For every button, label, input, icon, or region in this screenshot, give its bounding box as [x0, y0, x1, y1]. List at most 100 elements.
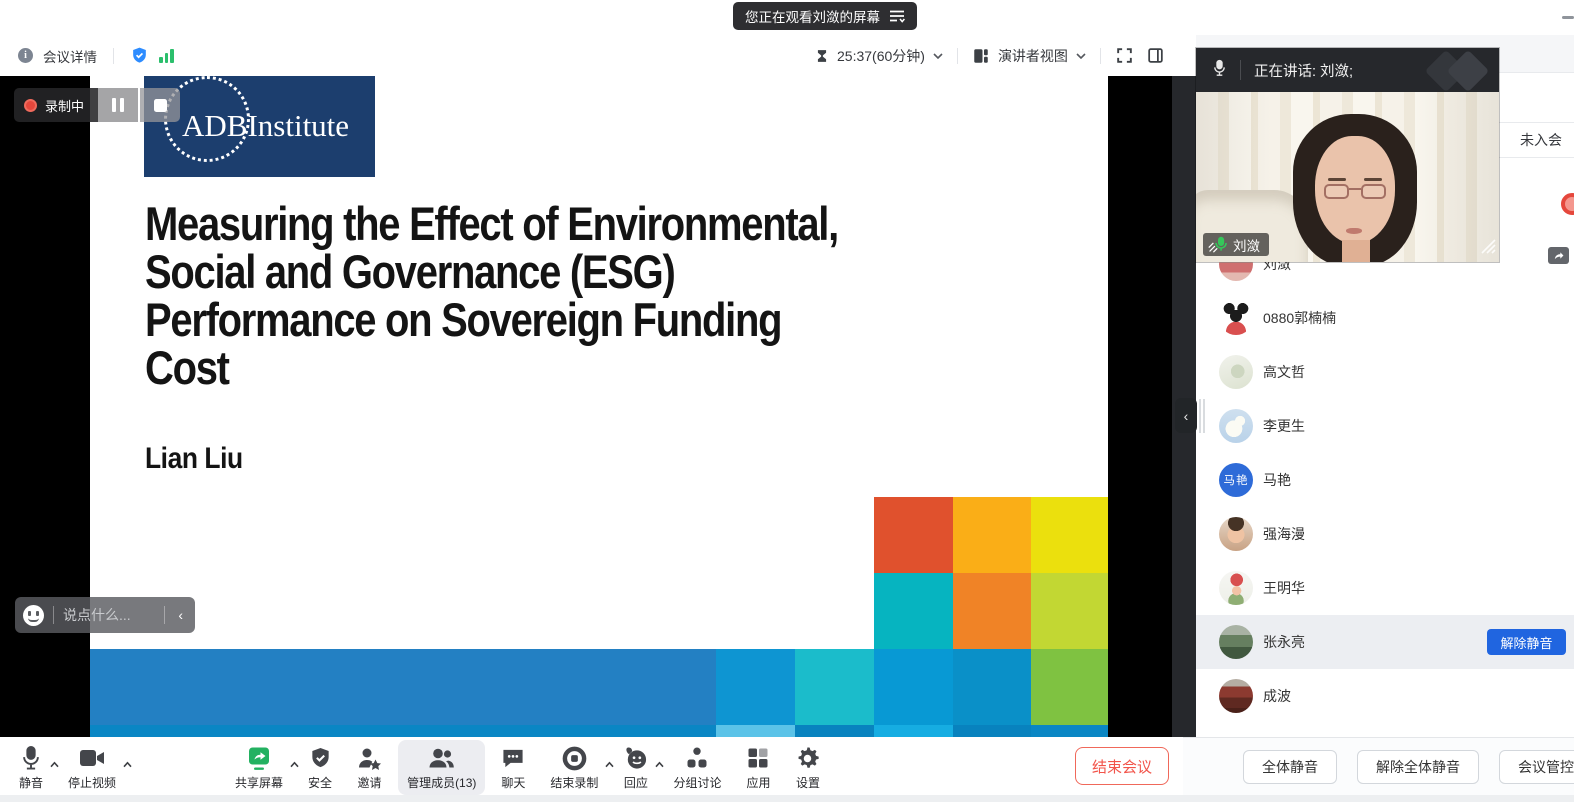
pause-recording-button[interactable]: [98, 88, 138, 122]
toolbar-label: 设置: [796, 774, 820, 791]
breakout-icon: [685, 745, 709, 771]
mosaic-tile: [795, 725, 874, 737]
recording-status: 录制中: [14, 88, 98, 122]
divider: [1240, 60, 1241, 80]
mosaic-tile: [874, 725, 953, 737]
meeting-details-link[interactable]: 会议详情: [43, 46, 97, 66]
toolbar-apps-button[interactable]: 应用: [737, 740, 779, 795]
mute-all-button[interactable]: 全体静音: [1243, 750, 1337, 784]
collapse-chat-icon[interactable]: ‹: [174, 607, 187, 623]
participant-row[interactable]: 马艳马艳: [1196, 453, 1574, 507]
avatar: [1219, 409, 1253, 443]
toolbar-screen-share-button[interactable]: 共享屏幕: [226, 740, 292, 795]
end-meeting-button[interactable]: 结束会议: [1075, 747, 1169, 785]
meeting-window: 您正在观看刘潋的屏幕 i 会议详情 25:37(60分钟): [0, 0, 1574, 802]
participant-row[interactable]: 成波: [1196, 669, 1574, 723]
divider: [113, 48, 114, 64]
network-signal-icon[interactable]: [159, 49, 174, 63]
screen-watch-banner[interactable]: 您正在观看刘潋的屏幕: [733, 2, 917, 30]
mosaic-tile: [1031, 725, 1108, 737]
participant-row[interactable]: 张永亮 解除静音: [1196, 615, 1574, 669]
resize-handle-icon[interactable]: [1481, 239, 1496, 259]
chevron-down-icon[interactable]: [933, 53, 943, 59]
slide-title-line: Performance on Sovereign Funding: [145, 296, 838, 344]
participant-row[interactable]: 高文哲: [1196, 345, 1574, 399]
chevron-down-icon[interactable]: [1076, 53, 1086, 59]
slide-title-line: Social and Governance (ESG): [145, 248, 838, 296]
apps-icon: [746, 745, 770, 771]
mosaic-tile: [874, 573, 953, 649]
toolbar-mic-button[interactable]: 静音: [10, 740, 52, 795]
participant-row[interactable]: 强海漫: [1196, 507, 1574, 561]
info-icon: i: [18, 48, 33, 63]
toolbar-breakout-button[interactable]: 分组讨论: [664, 740, 730, 795]
quick-chat-bar[interactable]: 说点什么... ‹: [15, 597, 195, 633]
toolbar-label: 聊天: [501, 774, 525, 791]
bottom-toolbar: 静音停止视频 共享屏幕安全 邀请 管理成员(13) 聊天 结束录制 回应分组讨论应用设置: [0, 737, 1183, 795]
speaker-video-header: 正在讲话: 刘潋;: [1196, 48, 1499, 92]
toolbar-chat-button[interactable]: 聊天: [492, 740, 534, 795]
participant-name: 李更生: [1263, 416, 1305, 436]
toolbar-shield-check-button[interactable]: 安全: [299, 740, 341, 795]
participant-row[interactable]: 李更生: [1196, 399, 1574, 453]
mosaic-tile: [795, 649, 874, 725]
mosaic-tile: [1031, 649, 1108, 725]
stop-recording-button[interactable]: [140, 88, 180, 122]
hourglass-icon: [815, 48, 829, 64]
chevron-up-icon[interactable]: [122, 755, 133, 773]
chat-input[interactable]: 说点什么...: [63, 605, 155, 625]
record-status-icon: [1561, 193, 1574, 215]
mosaic-tile: [1031, 573, 1108, 649]
participant-row[interactable]: 王明华: [1196, 561, 1574, 615]
toolbar-camera-button[interactable]: 停止视频: [59, 740, 125, 795]
meeting-control-button[interactable]: 会议管控: [1499, 750, 1574, 784]
speaker-mouth: [1346, 228, 1362, 234]
toolbar-reaction-button[interactable]: 回应: [614, 740, 657, 795]
minimize-icon[interactable]: [1562, 16, 1574, 19]
toolbar-stop-record-button[interactable]: 结束录制: [541, 740, 607, 795]
not-joined-label: 未入会: [1520, 130, 1562, 150]
panel-grip[interactable]: [1199, 399, 1201, 433]
toolbar-label: 安全: [308, 774, 332, 791]
sidebar-toggle-icon[interactable]: [1146, 46, 1165, 65]
avatar: [1219, 355, 1253, 389]
reaction-icon: [623, 745, 648, 771]
participant-name: 强海漫: [1263, 524, 1305, 544]
speaker-video[interactable]: 正在讲话: 刘潋; 刘潋: [1196, 48, 1499, 262]
fullscreen-icon[interactable]: [1115, 46, 1134, 65]
avatar: [1219, 625, 1253, 659]
toolbar-people-button[interactable]: 管理成员(13): [398, 740, 485, 795]
slide-title: Measuring the Effect of Environmental,So…: [145, 200, 960, 392]
people-icon: [428, 745, 455, 771]
toolbar-label: 回应: [624, 774, 648, 791]
view-mode-selector[interactable]: 演讲者视图: [998, 46, 1068, 66]
avatar: [1219, 517, 1253, 551]
mosaic-tile: [953, 725, 1031, 737]
participant-name: 张永亮: [1263, 632, 1305, 652]
emoji-icon[interactable]: [23, 605, 44, 626]
mosaic-tile: [874, 649, 953, 725]
toolbar-label: 管理成员(13): [407, 774, 476, 791]
mosaic-tile: [716, 725, 795, 737]
toolbar-label: 静音: [19, 774, 43, 791]
divider: [53, 606, 54, 624]
toolbar-person-add-button[interactable]: 邀请: [348, 740, 391, 795]
logo-text: ADBInstitute: [182, 108, 349, 144]
participant-name: 高文哲: [1263, 362, 1305, 382]
recording-label: 录制中: [45, 96, 84, 115]
mosaic-tile: [953, 497, 1032, 573]
unmute-button[interactable]: 解除静音: [1487, 629, 1566, 655]
toolbar-settings-button[interactable]: 设置: [786, 740, 829, 795]
unmute-all-button[interactable]: 解除全体静音: [1357, 750, 1479, 784]
toolbar-label: 邀请: [358, 774, 382, 791]
record-dot-icon: [24, 99, 37, 112]
top-toolbar-right: 25:37(60分钟) 演讲者视图: [815, 35, 1165, 76]
shared-slide: ADBInstitute Measuring the Effect of Env…: [90, 76, 1108, 737]
toolbar-label: 结束录制: [550, 774, 598, 791]
collapse-panel-handle[interactable]: ‹: [1175, 398, 1197, 433]
participant-row[interactable]: 0880郭楠楠: [1196, 291, 1574, 345]
panel-grip[interactable]: [1203, 399, 1205, 433]
shield-check-icon[interactable]: [130, 46, 149, 65]
mosaic-tile: [716, 649, 795, 725]
list-menu-icon[interactable]: [889, 9, 905, 23]
